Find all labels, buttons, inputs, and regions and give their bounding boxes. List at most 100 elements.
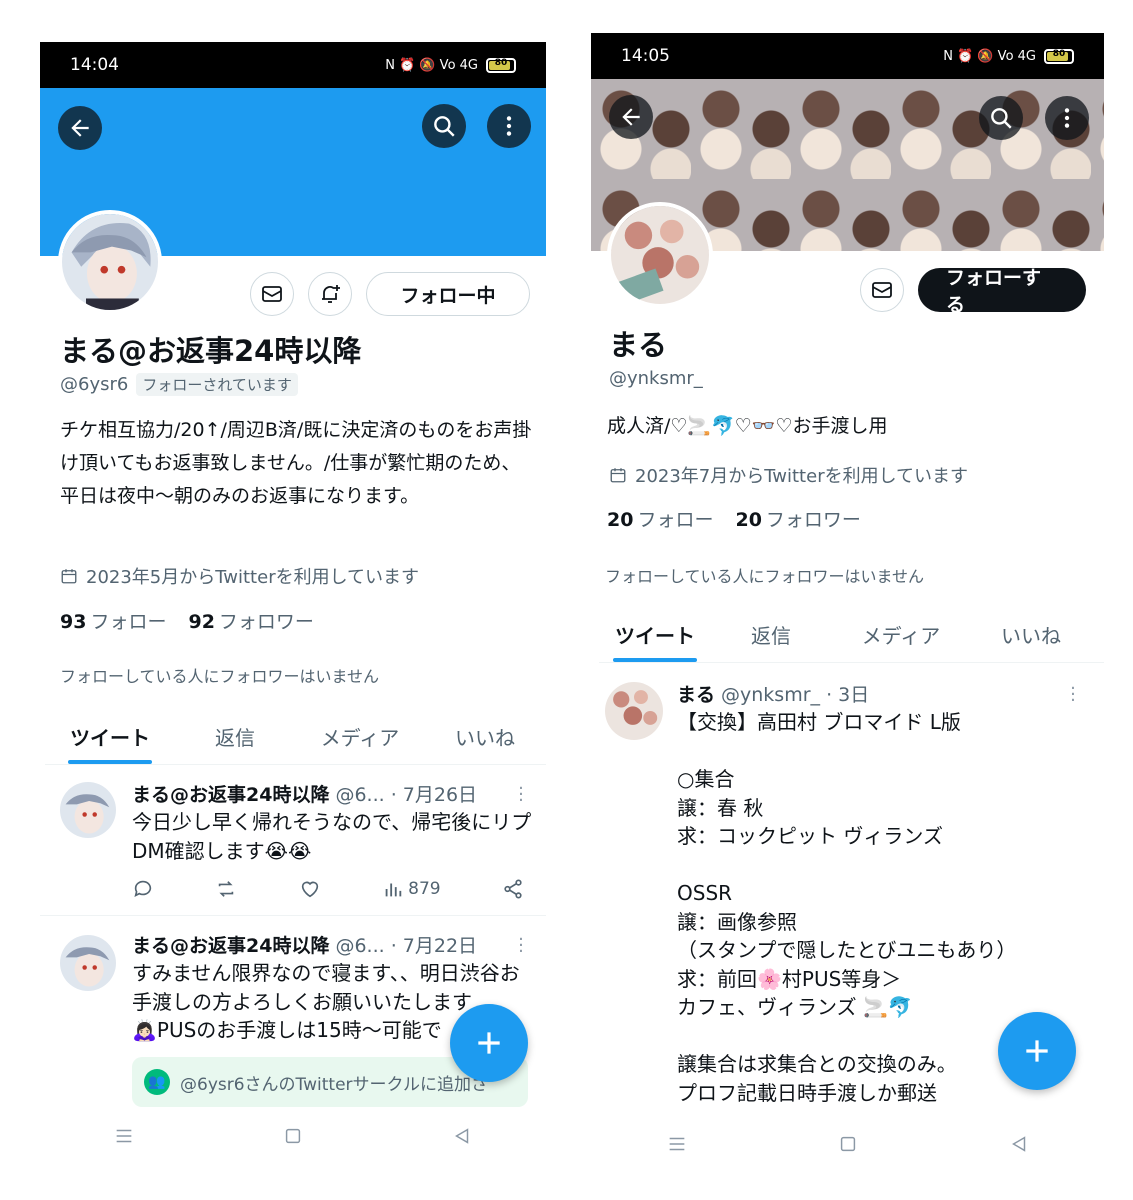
calendar-icon — [610, 468, 626, 483]
status-icons: N ⏰ 🔕 Vo 4G 80 — [385, 57, 516, 73]
heart-icon — [301, 881, 318, 898]
right-phone-screenshot: 14:05 N ⏰ 🔕 Vo 4G 80 フォローする まる @ynksmr_ … — [591, 0, 1104, 1200]
battery-icon: 80 — [486, 57, 516, 73]
system-navbar — [40, 1106, 546, 1166]
tweet-meta: @6... · 7月22日 — [335, 935, 478, 957]
profile-handle: @6ysr6 — [60, 374, 129, 395]
views-button[interactable]: 879 — [382, 878, 441, 900]
menu-icon — [669, 1137, 684, 1151]
left-phone-screenshot: 14:04 N ⏰ 🔕 Vo 4G 80 フォロー中 まる@お返事24時以降 @… — [40, 0, 546, 1200]
reply-icon — [134, 880, 152, 897]
handle-line: @6ysr6 フォローされています — [60, 373, 298, 396]
home-square-icon — [840, 1136, 855, 1152]
views-icon — [385, 883, 402, 897]
search-button[interactable] — [422, 104, 466, 148]
tweet-author-name: まる@お返事24時以降 — [132, 935, 330, 957]
tab-likes[interactable]: いいね — [971, 614, 1091, 662]
reply-button[interactable] — [132, 878, 154, 900]
home-button[interactable] — [828, 1124, 868, 1164]
status-indicators: N ⏰ 🔕 Vo 4G — [385, 57, 478, 73]
back-button[interactable] — [58, 106, 102, 150]
followers-count-link[interactable]: 92 フォロワー — [188, 607, 313, 634]
following-count-link[interactable]: 93 フォロー — [60, 607, 166, 634]
avatar-image — [62, 214, 158, 310]
home-button[interactable] — [273, 1116, 313, 1156]
joined-date: 2023年5月からTwitterを利用しています — [60, 563, 419, 589]
plus-icon — [1026, 1040, 1048, 1062]
profile-tabs: ツイート 返信 メディア いいね — [599, 614, 1104, 663]
follow-button[interactable]: フォローする — [918, 267, 1086, 316]
retweet-button[interactable] — [215, 878, 237, 900]
plus-icon — [478, 1032, 500, 1054]
following-count-link[interactable]: 20 フォロー — [607, 505, 713, 532]
back-button[interactable] — [609, 95, 653, 139]
profile-handle: @ynksmr_ — [609, 368, 703, 389]
tweet-avatar[interactable] — [605, 682, 663, 740]
recents-button[interactable] — [104, 1116, 144, 1156]
mail-icon — [872, 282, 892, 298]
tab-media[interactable]: メディア — [831, 614, 971, 662]
search-icon — [991, 108, 1012, 129]
status-icons: N ⏰ 🔕 Vo 4G 80 — [943, 48, 1074, 64]
profile-actions: フォロー中 — [250, 272, 530, 316]
back-triangle-icon — [454, 1128, 468, 1144]
more-button[interactable] — [1045, 96, 1089, 140]
bell-plus-icon — [322, 285, 340, 303]
tab-replies[interactable]: 返信 — [711, 614, 831, 662]
tweet-meta: @6... · 7月26日 — [335, 784, 478, 806]
mail-icon — [262, 286, 282, 302]
tweet-author-name: まる@お返事24時以降 — [132, 784, 330, 806]
followers-count-link[interactable]: 20 フォロワー — [735, 505, 860, 532]
system-back-button[interactable] — [442, 1116, 482, 1156]
profile-name: まる — [609, 328, 668, 362]
share-icon — [504, 879, 522, 899]
follow-counts: 20 フォロー 20 フォロワー — [607, 505, 861, 532]
following-button[interactable]: フォロー中 — [366, 272, 530, 316]
tab-replies[interactable]: 返信 — [175, 716, 295, 764]
status-time: 14:05 — [621, 46, 670, 66]
tweet-avatar[interactable] — [60, 935, 116, 991]
no-mutuals-text: フォローしている人にフォロワーはいません — [60, 667, 380, 686]
tab-tweets[interactable]: ツイート — [599, 614, 711, 662]
tweet-more-icon[interactable]: · · · — [518, 780, 524, 810]
status-indicators: N ⏰ 🔕 Vo 4G — [943, 48, 1036, 64]
tweet-header: まる @ynksmr_ · 3日 — [677, 680, 869, 707]
compose-button[interactable] — [450, 1004, 528, 1082]
notify-button[interactable] — [308, 272, 352, 316]
tweet-header: まる@お返事24時以降 @6... · 7月26日 — [132, 780, 477, 807]
system-navbar — [591, 1114, 1104, 1174]
search-icon — [434, 116, 455, 137]
tab-media[interactable]: メディア — [295, 716, 425, 764]
tab-tweets[interactable]: ツイート — [45, 716, 175, 764]
search-button[interactable] — [979, 96, 1023, 140]
profile-avatar[interactable] — [607, 202, 713, 308]
home-square-icon — [285, 1128, 301, 1144]
tweet-more-icon[interactable]: · · · — [1070, 680, 1076, 710]
profile-name: まる@お返事24時以降 — [60, 334, 362, 368]
message-button[interactable] — [860, 268, 904, 312]
tweet-avatar[interactable] — [60, 782, 116, 838]
more-vert-icon — [506, 116, 512, 136]
tweet-header: まる@お返事24時以降 @6... · 7月22日 — [132, 931, 477, 958]
circle-people-icon: 👥 — [144, 1069, 170, 1095]
retweet-icon — [219, 881, 234, 897]
tweet-more-icon[interactable]: · · · — [518, 931, 524, 961]
avatar-image — [611, 206, 709, 304]
system-back-button[interactable] — [999, 1124, 1039, 1164]
profile-avatar[interactable] — [58, 210, 162, 314]
profile-tabs: ツイート 返信 メディア いいね — [45, 716, 546, 765]
more-button[interactable] — [487, 104, 531, 148]
back-arrow-icon — [71, 119, 89, 137]
tweet-item[interactable]: まる@お返事24時以降 @6... · 7月26日 · · · 今日少し早く帰れそう… — [40, 766, 546, 916]
tab-likes[interactable]: いいね — [425, 716, 545, 764]
recents-button[interactable] — [657, 1124, 697, 1164]
like-button[interactable] — [299, 878, 321, 900]
compose-button[interactable] — [998, 1012, 1076, 1090]
circle-notice-text: @6ysr6さんのTwitterサークルに追加さ — [180, 1074, 489, 1095]
back-triangle-icon — [1011, 1136, 1025, 1152]
tweet-text: 今日少し早く帰れそうなので、帰宅後にリプDM確認します😭😭 — [132, 810, 532, 863]
joined-date: 2023年7月からTwitterを利用しています — [609, 462, 968, 488]
calendar-icon — [61, 569, 77, 584]
share-button[interactable] — [502, 878, 524, 900]
message-button[interactable] — [250, 272, 294, 316]
